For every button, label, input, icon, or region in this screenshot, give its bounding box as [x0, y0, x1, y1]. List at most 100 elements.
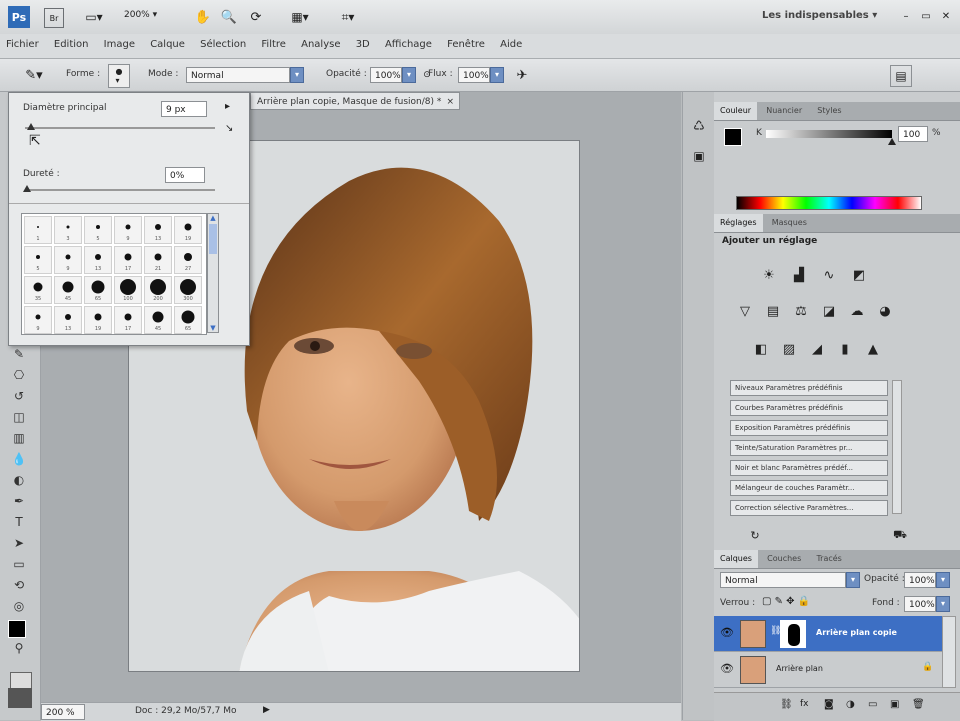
- 3d-orbit-icon[interactable]: ◎: [8, 597, 30, 615]
- selective-color-icon[interactable]: ▲: [862, 340, 884, 360]
- hue-sat-icon[interactable]: ▤: [762, 302, 784, 322]
- preset-teinte-saturation[interactable]: Teinte/Saturation Paramètres pr...: [730, 440, 888, 456]
- brush-tool-preset-icon[interactable]: ✎▾: [20, 65, 48, 85]
- screen-mode-tool-icon[interactable]: [8, 688, 32, 708]
- brush-preset[interactable]: 200: [144, 276, 172, 304]
- history-brush-icon[interactable]: ↺: [8, 387, 30, 405]
- delete-layer-icon[interactable]: 🗑: [912, 699, 925, 710]
- menu-affichage[interactable]: Affichage: [379, 34, 438, 50]
- tab-couches[interactable]: Couches: [761, 550, 807, 568]
- diameter-slider[interactable]: [25, 127, 215, 129]
- layer-row-arriere-plan-copie[interactable]: 👁 ⛓ Arrière plan copie: [714, 616, 942, 652]
- brush-preset[interactable]: 35: [24, 276, 52, 304]
- brush-preset[interactable]: 13: [54, 306, 82, 334]
- scroll-thumb[interactable]: [209, 224, 217, 254]
- minimize-button[interactable]: –: [898, 8, 914, 24]
- tablet-pressure-icon[interactable]: ▤: [890, 65, 912, 87]
- brush-picker-button[interactable]: ● ▾: [108, 64, 130, 88]
- tab-reglages[interactable]: Réglages: [714, 214, 763, 232]
- zoom-level-dropdown[interactable]: 200% ▾: [124, 10, 170, 24]
- fill-dropdown-button[interactable]: ▾: [936, 596, 950, 612]
- brush-preset[interactable]: 45: [54, 276, 82, 304]
- opacity-input[interactable]: 100%: [370, 67, 402, 83]
- menu-edition[interactable]: Edition: [48, 34, 95, 50]
- visibility-eye-icon[interactable]: 👁: [720, 626, 734, 639]
- k-slider[interactable]: [766, 130, 892, 138]
- stamp-tool-icon[interactable]: ⎔: [8, 366, 30, 384]
- blend-mode-select[interactable]: Normal: [720, 572, 846, 588]
- tab-couleur[interactable]: Couleur: [714, 102, 758, 120]
- menu-image[interactable]: Image: [98, 34, 141, 50]
- hardness-input[interactable]: 0%: [165, 167, 205, 183]
- color-fg-swatch[interactable]: [724, 128, 742, 146]
- brush-preset[interactable]: 13: [84, 246, 112, 274]
- brush-preset[interactable]: 100: [114, 276, 142, 304]
- preset-melangeur[interactable]: Mélangeur de couches Paramètr...: [730, 480, 888, 496]
- diameter-slider-thumb[interactable]: [27, 123, 35, 130]
- color-balance-icon[interactable]: ⚖: [790, 302, 812, 322]
- invert-icon[interactable]: ◧: [750, 340, 772, 360]
- brush-preset[interactable]: 1: [24, 216, 52, 244]
- menu-3d[interactable]: 3D: [350, 34, 376, 50]
- tab-traces[interactable]: Tracés: [810, 550, 847, 568]
- add-mask-icon[interactable]: ◙: [824, 699, 834, 710]
- photo-filter-icon[interactable]: ☁: [846, 302, 868, 322]
- brush-preset[interactable]: 19: [174, 216, 202, 244]
- brush-preset[interactable]: 27: [174, 246, 202, 274]
- hand-icon[interactable]: ✋: [194, 8, 212, 26]
- new-group-icon[interactable]: ▭: [868, 699, 877, 710]
- diameter-input[interactable]: 9 px: [161, 101, 207, 117]
- brightness-icon[interactable]: ☀: [758, 266, 780, 286]
- gradient-map-icon[interactable]: ▮: [834, 340, 856, 360]
- document-tab[interactable]: Arrière plan copie, Masque de fusion/8) …: [250, 92, 460, 110]
- zoom-icon[interactable]: 🔍: [220, 8, 238, 26]
- path-select-icon[interactable]: ➤: [8, 534, 30, 552]
- tab-styles[interactable]: Styles: [811, 102, 847, 120]
- opacity-dropdown-button[interactable]: ▾: [402, 67, 416, 83]
- brush-preset[interactable]: 65: [174, 306, 202, 334]
- presets-scrollbar[interactable]: [892, 380, 902, 514]
- levels-icon[interactable]: ▟: [788, 266, 810, 286]
- eraser-tool-icon[interactable]: ◫: [8, 408, 30, 426]
- brush-preset[interactable]: 9: [114, 216, 142, 244]
- bridge-icon[interactable]: Br: [44, 8, 64, 28]
- k-slider-thumb[interactable]: [888, 138, 896, 145]
- curves-icon[interactable]: ∿: [818, 266, 840, 286]
- brush-preset[interactable]: 17: [114, 246, 142, 274]
- layer-opacity-dropdown-button[interactable]: ▾: [936, 572, 950, 588]
- brush-preset[interactable]: 5: [84, 216, 112, 244]
- brush-preset[interactable]: 65: [84, 276, 112, 304]
- zoom-field[interactable]: 200 %: [41, 704, 85, 720]
- workspace-switcher[interactable]: Les indispensables ▾: [762, 10, 888, 24]
- exposure-icon[interactable]: ◩: [848, 266, 870, 286]
- adjustments-return-icon[interactable]: ↻: [746, 528, 764, 542]
- 3d-rotate-icon[interactable]: ⟲: [8, 576, 30, 594]
- actions-panel-icon[interactable]: ▣: [689, 146, 709, 166]
- brush-preset[interactable]: 19: [84, 306, 112, 334]
- tab-calques[interactable]: Calques: [714, 550, 758, 568]
- popup-menu-arrow-icon[interactable]: ▸: [225, 101, 230, 112]
- menu-filtre[interactable]: Filtre: [255, 34, 292, 50]
- menu-fenetre[interactable]: Fenêtre: [441, 34, 491, 50]
- dodge-tool-icon[interactable]: ◐: [8, 471, 30, 489]
- brush-preset[interactable]: 17: [114, 306, 142, 334]
- layer-name[interactable]: Arrière plan copie: [816, 628, 897, 637]
- link-layers-icon[interactable]: ⛓: [780, 699, 793, 710]
- brush-preset[interactable]: 3: [54, 216, 82, 244]
- fx-icon[interactable]: fx: [800, 699, 809, 709]
- blend-mode-dropdown-button[interactable]: ▾: [846, 572, 860, 588]
- ps-logo-icon[interactable]: Ps: [8, 6, 30, 28]
- adjustments-footer-icon[interactable]: ⛟: [890, 528, 910, 542]
- maximize-button[interactable]: ▭: [918, 8, 934, 24]
- gradient-tool-icon[interactable]: ▥: [8, 429, 30, 447]
- brush-preset[interactable]: 9: [24, 306, 52, 334]
- screen-mode-icon[interactable]: ▭▾: [80, 8, 108, 26]
- layers-scrollbar[interactable]: [942, 616, 956, 688]
- channel-mixer-icon[interactable]: ◕: [874, 302, 896, 322]
- preset-courbes[interactable]: Courbes Paramètres prédéfinis: [730, 400, 888, 416]
- foreground-color-swatch[interactable]: [8, 620, 26, 638]
- vibrance-icon[interactable]: ▽: [734, 302, 756, 322]
- preset-noir-blanc[interactable]: Noir et blanc Paramètres prédéf...: [730, 460, 888, 476]
- blur-tool-icon[interactable]: 💧: [8, 450, 30, 468]
- k-value-input[interactable]: 100: [898, 126, 928, 142]
